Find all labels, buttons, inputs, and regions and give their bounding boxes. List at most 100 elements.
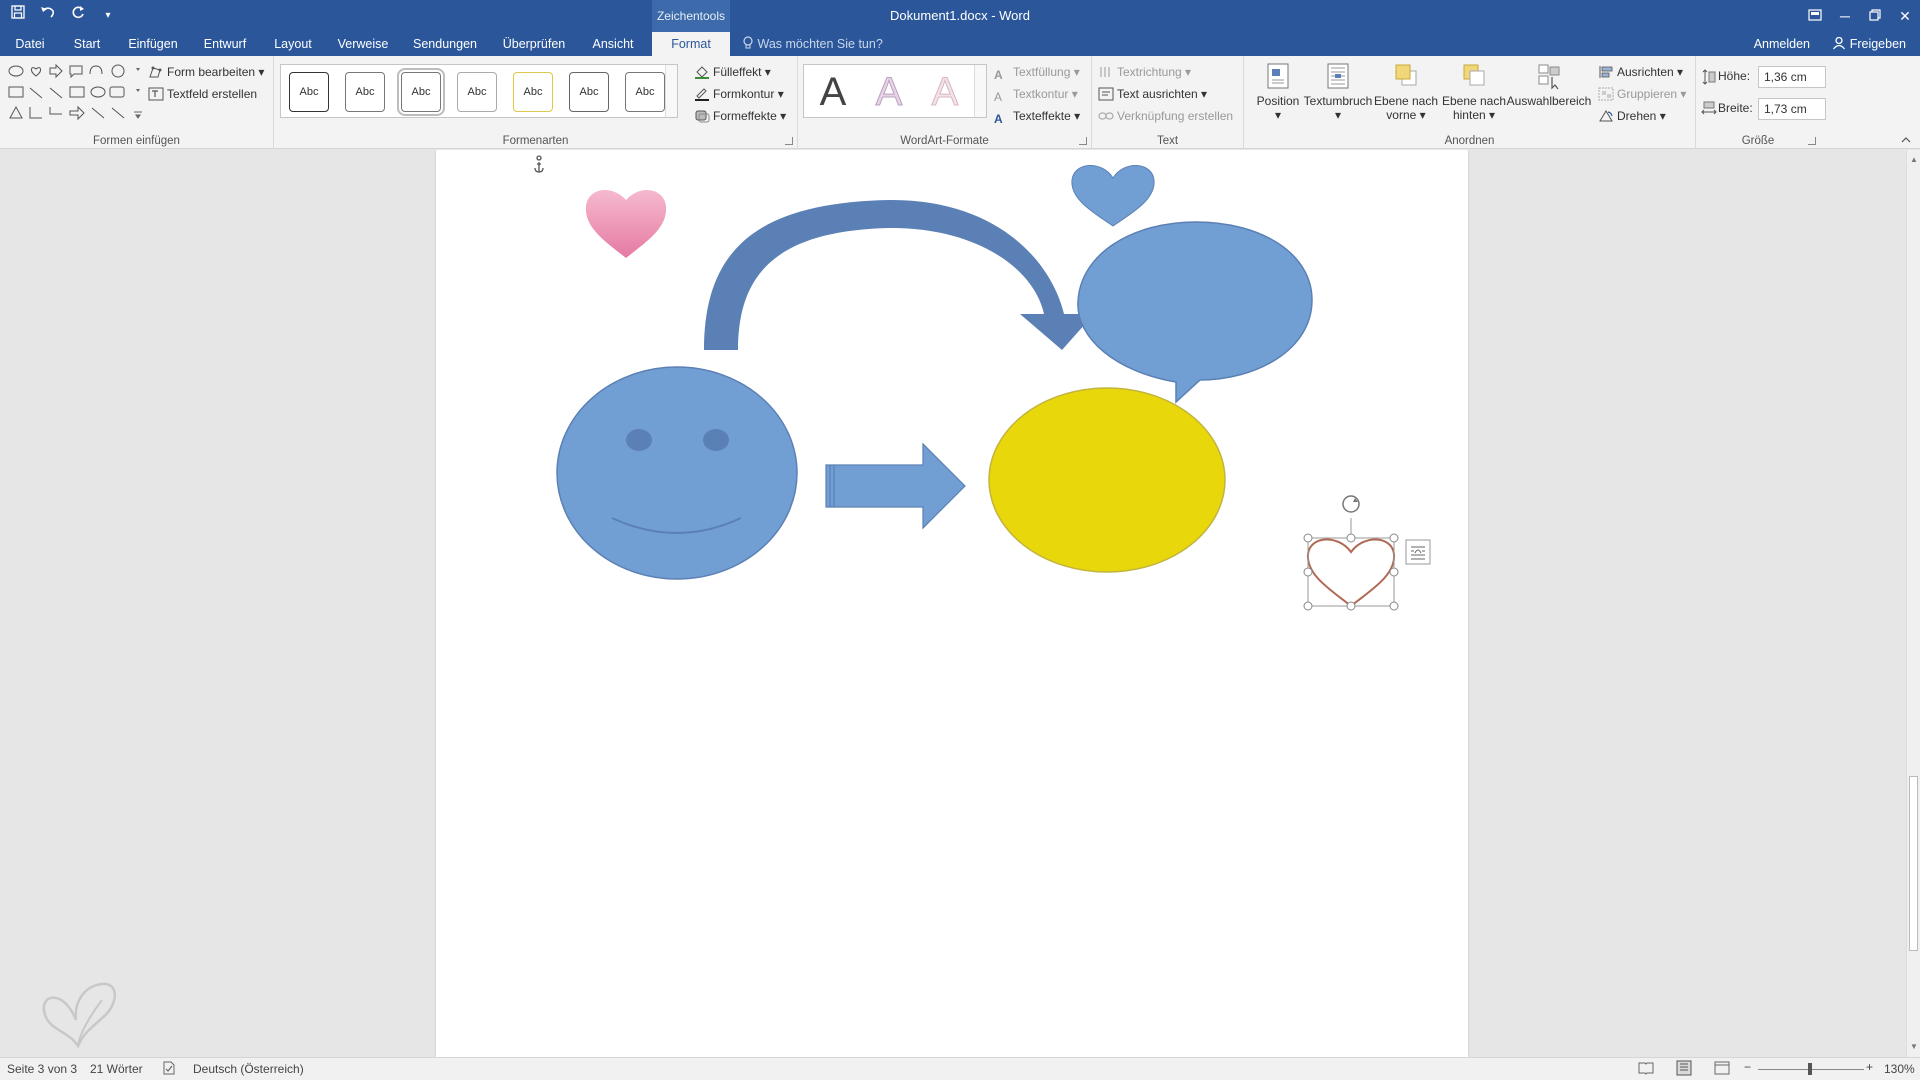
textkontur-button[interactable]: A Textkontur ▾ <box>994 84 1078 104</box>
tab-layout[interactable]: Layout <box>268 32 318 56</box>
textbox-icon <box>148 87 164 101</box>
text-ausrichten-button[interactable]: Text ausrichten ▾ <box>1098 84 1207 104</box>
print-layout-icon[interactable] <box>1676 1060 1692 1079</box>
scrollbar-thumb[interactable] <box>1909 776 1918 951</box>
pink-heart-shape[interactable] <box>585 189 667 258</box>
wordart-gallery-scroll[interactable] <box>974 65 986 117</box>
hoehe-input[interactable]: 1,36 cm <box>1758 66 1826 88</box>
texteffekte-button[interactable]: A Texteffekte ▾ <box>994 106 1080 126</box>
breite-label: Breite: <box>1718 101 1753 115</box>
ebene-nach-vorne-button[interactable]: Ebene nach vorne ▾ <box>1370 60 1442 122</box>
tab-start[interactable]: Start <box>66 32 108 56</box>
restore-icon[interactable] <box>1860 0 1890 32</box>
tab-einfuegen[interactable]: Einfügen <box>124 32 182 56</box>
wordart-gallery[interactable]: A A A <box>803 64 987 118</box>
redo-icon[interactable] <box>66 4 90 28</box>
layout-options-icon[interactable] <box>1405 539 1431 565</box>
shape-style-2[interactable]: Abc <box>345 72 385 112</box>
wordart-style-1[interactable]: A <box>808 67 858 117</box>
shape-style-3[interactable]: Abc <box>397 68 445 116</box>
shape-style-5[interactable]: Abc <box>513 72 553 112</box>
text-ausrichten-label: Text ausrichten <box>1117 87 1198 101</box>
selected-heart-shape[interactable] <box>1306 518 1396 608</box>
textrichtung-label: Textrichtung <box>1117 65 1182 79</box>
ebene-hinten-label-2: hinten <box>1452 108 1486 122</box>
tell-me-placeholder: Was möchten Sie tun? <box>757 37 883 51</box>
wordart-style-2[interactable]: A <box>864 67 914 117</box>
textrichtung-button[interactable]: Textrichtung ▾ <box>1098 62 1191 82</box>
close-icon[interactable]: ✕ <box>1890 0 1920 32</box>
wordart-launcher-icon[interactable] <box>1079 137 1087 145</box>
textfeld-erstellen-button[interactable]: Textfeld erstellen <box>148 84 257 104</box>
wordart-style-3[interactable]: A <box>920 67 970 117</box>
tell-me-box[interactable]: Was möchten Sie tun? <box>742 32 883 56</box>
drehen-button[interactable]: Drehen ▾ <box>1598 106 1666 126</box>
proofing-icon[interactable] <box>162 1061 176 1078</box>
groesse-launcher-icon[interactable] <box>1808 137 1816 145</box>
ebene-vorne-label-2: vorne <box>1386 108 1417 122</box>
language-indicator[interactable]: Deutsch (Österreich) <box>193 1062 304 1076</box>
signin-link[interactable]: Anmelden <box>1754 32 1810 56</box>
document-page[interactable] <box>436 150 1468 1057</box>
send-backward-icon <box>1463 64 1485 86</box>
anchor-icon[interactable] <box>534 155 544 173</box>
rotate-handle-icon[interactable] <box>1342 495 1360 513</box>
zoom-out-icon[interactable]: − <box>1744 1060 1751 1074</box>
tab-verweise[interactable]: Verweise <box>334 32 392 56</box>
zoom-in-icon[interactable]: + <box>1866 1060 1873 1074</box>
document-title: Dokument1.docx - Word <box>890 8 1030 23</box>
ausrichten-button[interactable]: Ausrichten ▾ <box>1598 62 1683 82</box>
tab-ansicht[interactable]: Ansicht <box>586 32 640 56</box>
breite-input[interactable]: 1,73 cm <box>1758 98 1826 120</box>
word-count[interactable]: 21 Wörter <box>90 1062 143 1076</box>
zoom-slider-thumb[interactable] <box>1808 1063 1812 1075</box>
shape-style-7[interactable]: Abc <box>625 72 665 112</box>
tab-sendungen[interactable]: Sendungen <box>410 32 480 56</box>
zoom-level[interactable]: 130% <box>1884 1062 1915 1076</box>
web-layout-icon[interactable] <box>1714 1061 1730 1078</box>
page-count[interactable]: Seite 3 von 3 <box>7 1062 77 1076</box>
collapse-ribbon-icon[interactable] <box>1900 134 1912 144</box>
shape-gallery[interactable] <box>6 62 142 122</box>
tab-format[interactable]: Format <box>652 32 730 56</box>
group-label-formenarten: Formenarten <box>502 135 569 147</box>
verknuepfung-erstellen-button[interactable]: Verknüpfung erstellen <box>1098 106 1233 126</box>
ebene-nach-hinten-button[interactable]: Ebene nach hinten ▾ <box>1438 60 1510 122</box>
align-text-icon <box>1098 87 1114 101</box>
blue-heart-shape[interactable] <box>1071 165 1155 227</box>
formenarten-launcher-icon[interactable] <box>785 137 793 145</box>
minimize-icon[interactable]: ─ <box>1830 0 1860 32</box>
textfuellung-button[interactable]: A Textfüllung ▾ <box>994 62 1080 82</box>
curved-arrow-shape[interactable] <box>704 200 1094 350</box>
block-arrow-shape[interactable] <box>825 442 966 530</box>
formeffekte-button[interactable]: Formeffekte ▾ <box>694 106 786 126</box>
speech-bubble-shape[interactable] <box>1077 221 1313 404</box>
shape-style-gallery[interactable]: Abc Abc Abc Abc Abc Abc Abc <box>280 64 678 118</box>
read-mode-icon[interactable] <box>1638 1061 1654 1078</box>
shape-style-4[interactable]: Abc <box>457 72 497 112</box>
shape-style-1[interactable]: Abc <box>289 72 329 112</box>
group-formen-einfuegen: Form bearbeiten ▾ Textfeld erstellen For… <box>0 56 274 149</box>
smiley-face-shape[interactable] <box>556 366 798 580</box>
yellow-ellipse-shape[interactable] <box>988 387 1226 573</box>
fuelleffekt-button[interactable]: Fülleffekt ▾ <box>694 62 771 82</box>
form-bearbeiten-button[interactable]: Form bearbeiten ▾ <box>148 62 264 82</box>
formkontur-button[interactable]: Formkontur ▾ <box>694 84 784 104</box>
tab-datei[interactable]: Datei <box>8 32 52 56</box>
style-gallery-scroll[interactable] <box>665 65 677 117</box>
customize-qat-icon[interactable]: ▾ <box>96 4 120 28</box>
gruppieren-button[interactable]: Gruppieren ▾ <box>1598 84 1686 104</box>
vertical-scrollbar[interactable]: ▲ ▼ <box>1906 150 1920 1057</box>
auswahlbereich-button[interactable]: Auswahlbereich <box>1504 60 1594 108</box>
undo-icon[interactable] <box>36 4 60 28</box>
share-button[interactable]: Freigeben <box>1832 32 1906 56</box>
textumbruch-button[interactable]: Textumbruch ▾ <box>1296 60 1380 122</box>
scroll-up-icon[interactable]: ▲ <box>1910 156 1918 164</box>
texteffekte-label: Texteffekte <box>1013 109 1071 123</box>
shape-style-6[interactable]: Abc <box>569 72 609 112</box>
ribbon-display-options-icon[interactable] <box>1800 0 1830 32</box>
tab-entwurf[interactable]: Entwurf <box>198 32 252 56</box>
tab-ueberpruefen[interactable]: Überprüfen <box>498 32 570 56</box>
save-icon[interactable] <box>6 4 30 28</box>
scroll-down-icon[interactable]: ▼ <box>1910 1043 1918 1051</box>
